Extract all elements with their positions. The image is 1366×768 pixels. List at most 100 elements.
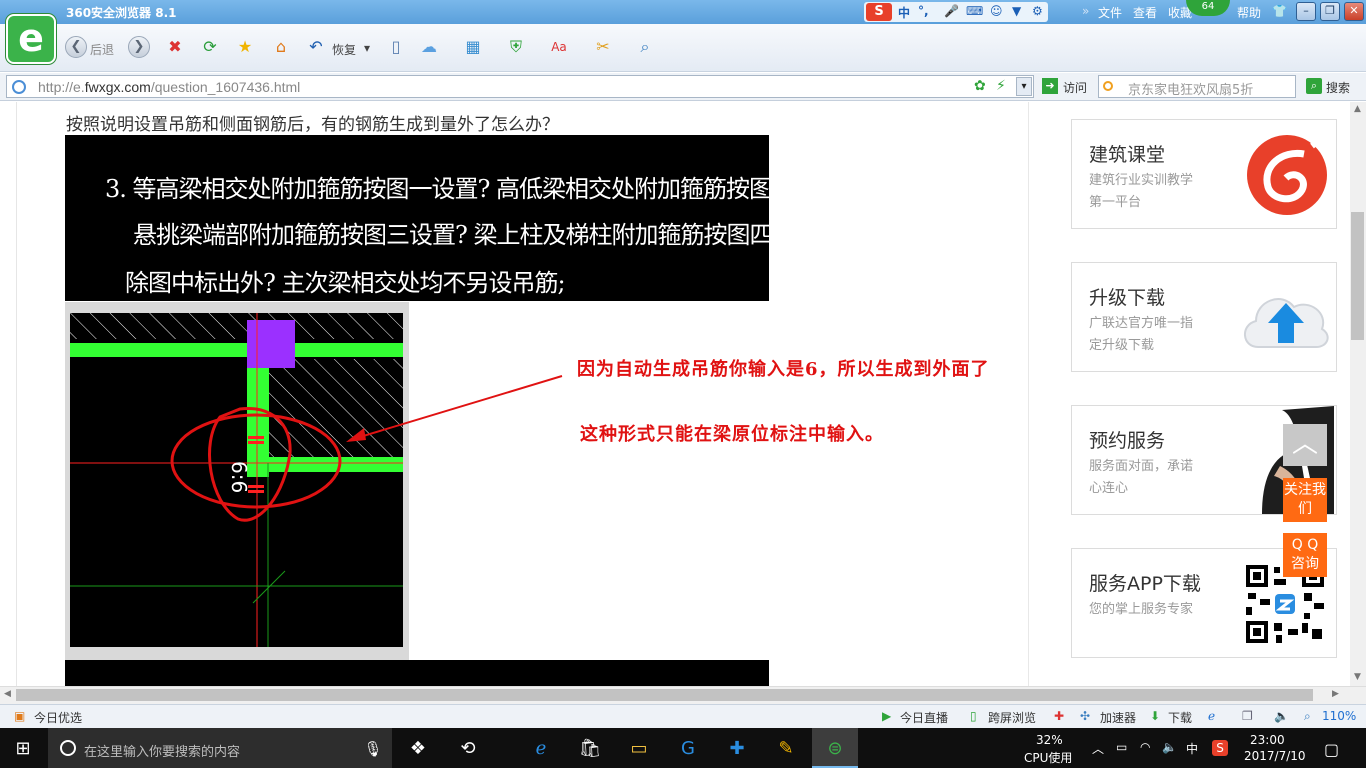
accelerator[interactable]: 加速器 (1100, 709, 1136, 726)
taskbar-search-input[interactable]: 在这里输入你要搜索的内容 (84, 741, 240, 760)
cross-screen-icon[interactable]: ▯ (970, 709, 977, 723)
accelerator-icon[interactable]: ✣ (1080, 709, 1090, 723)
ie-icon[interactable]: ℯ (1208, 709, 1215, 723)
browser-logo-icon[interactable]: e (6, 14, 56, 64)
scroll-down-icon[interactable]: ▼ (1354, 672, 1361, 682)
handwriting-line-3: 除图中标出外? 主次梁相交处均不另设吊筋; (125, 269, 566, 297)
back-arrow-icon[interactable]: ❮ (65, 36, 87, 58)
search-icon[interactable]: ⌕ (1306, 78, 1322, 94)
follow-us-button[interactable]: 关注我们 (1283, 478, 1327, 522)
today-live[interactable]: 今日直播 (900, 709, 948, 726)
scroll-left-icon[interactable]: ◀ (4, 689, 11, 699)
undo-icon[interactable]: ↶ (305, 36, 327, 58)
settings-icon[interactable]: ⚙ (1032, 4, 1043, 18)
horizontal-scroll-thumb[interactable] (16, 689, 1313, 701)
notes-icon[interactable]: ✎ (773, 736, 799, 762)
cortana-icon[interactable] (60, 740, 76, 756)
more-chevron-icon[interactable]: » (1082, 4, 1089, 18)
menu-view[interactable]: 查看 (1133, 4, 1157, 21)
browser-360-icon[interactable]: ⊜ (822, 736, 848, 762)
status-bar (0, 704, 1366, 728)
wifi-icon[interactable]: ◠ (1140, 740, 1150, 754)
vertical-scrollbar[interactable] (1350, 102, 1366, 686)
home-icon[interactable]: ⌂ (270, 36, 292, 58)
search-button[interactable]: 搜索 (1326, 79, 1350, 96)
forward-arrow-icon[interactable]: ❯ (128, 36, 150, 58)
card-subtitle: 服务面对面，承诺心连心 (1089, 459, 1194, 496)
app-g-icon[interactable]: G (675, 736, 701, 762)
restore-dropdown-icon[interactable]: ▾ (364, 41, 370, 55)
back-to-top-button[interactable]: ︿ (1283, 424, 1327, 466)
skin-icon[interactable]: ▼ (1012, 4, 1021, 18)
mic-icon[interactable]: 🎤 (944, 4, 959, 18)
gift-icon[interactable]: ▣ (14, 709, 25, 723)
sogou-tray-icon[interactable]: S (1212, 740, 1228, 756)
scroll-up-icon[interactable]: ▲ (1354, 104, 1361, 114)
translate-icon[interactable]: Aa (548, 36, 570, 58)
app-plus-icon[interactable]: ✚ (724, 736, 750, 762)
volume-icon[interactable]: 🔈 (1274, 709, 1289, 723)
live-icon[interactable]: ▶ (882, 709, 891, 723)
close-button[interactable]: ✕ (1344, 2, 1364, 21)
windows-start-icon[interactable]: ⊞ (10, 736, 36, 762)
card-upgrade-download[interactable]: 升级下载 广联达官方唯一指定升级下载 (1071, 262, 1337, 372)
lightning-icon[interactable]: ⚡ (996, 78, 1006, 94)
address-dropdown-icon[interactable]: ▾ (1016, 77, 1032, 96)
phone-icon[interactable]: ▯ (385, 36, 407, 58)
ime-punct[interactable]: °, (918, 4, 929, 18)
swirl-app-icon[interactable]: ⟲ (455, 736, 481, 762)
scroll-right-icon[interactable]: ▶ (1332, 689, 1339, 699)
shirt-icon[interactable]: 👕 (1272, 4, 1287, 18)
card-building-class[interactable]: 建筑课堂 建筑行业实训教学第一平台 (1071, 119, 1337, 229)
visit-arrow-icon[interactable]: ➜ (1042, 78, 1058, 94)
zoom-icon[interactable]: ⌕ (1304, 709, 1311, 724)
restore-button[interactable]: ❐ (1320, 2, 1340, 21)
sogou-ime-icon[interactable]: S (866, 3, 892, 21)
edge-icon[interactable]: ℯ (528, 736, 554, 762)
ime-lang[interactable]: 中 (898, 4, 910, 21)
store-icon[interactable]: 🛍 (577, 736, 603, 762)
user-icon[interactable]: ☺ (990, 4, 1003, 18)
cross-screen-browse[interactable]: 跨屏浏览 (988, 709, 1036, 726)
windows-icon[interactable]: ❐ (1242, 709, 1253, 723)
security-check-icon[interactable]: ✿ (974, 78, 986, 94)
action-center-icon[interactable]: ▢ (1324, 740, 1339, 759)
task-view-icon[interactable]: ❖ (405, 736, 431, 762)
file-explorer-icon[interactable]: ▭ (626, 736, 652, 762)
speaker-icon[interactable]: 🔈 (1162, 740, 1177, 754)
ime-indicator[interactable]: 中 (1186, 740, 1198, 757)
refresh-icon[interactable]: ⟳ (199, 36, 221, 58)
search-input[interactable]: 京东家电狂欢风扇5折 (1128, 79, 1253, 98)
battery-icon[interactable]: ▭ (1116, 740, 1127, 754)
tray-expand-icon[interactable]: ︿ (1092, 740, 1104, 757)
vertical-scroll-thumb[interactable] (1351, 212, 1364, 340)
star-icon[interactable]: ★ (234, 36, 256, 58)
clock-date[interactable]: 2017/7/10 (1244, 749, 1306, 763)
url-text[interactable]: http://e.fwxgx.com/question_1607436.html (38, 79, 300, 95)
visit-button[interactable]: 访问 (1063, 79, 1087, 96)
download-icon[interactable]: ⬇ (1150, 709, 1160, 723)
microphone-icon[interactable]: 🎙 (360, 736, 386, 762)
keyboard-icon[interactable]: ⌨ (966, 4, 983, 18)
shield-icon[interactable]: ⛨ (505, 36, 527, 58)
handwriting-line-1: 3. 等高梁相交处附加箍筋按图一设置? 高低梁相交处附加箍筋按图二设置? (105, 175, 854, 203)
clock-time[interactable]: 23:00 (1250, 733, 1285, 747)
sidebar-divider (1028, 102, 1029, 686)
minimize-button[interactable]: – (1296, 2, 1316, 21)
zoom-level[interactable]: 110% (1322, 709, 1356, 723)
apps-icon[interactable]: ▦ (462, 36, 484, 58)
back-label[interactable]: 后退 (90, 41, 114, 58)
title-bar (0, 0, 1366, 24)
stop-icon[interactable]: ✖ (164, 36, 186, 58)
screenshot-icon[interactable]: ✂ (592, 36, 614, 58)
today-picks[interactable]: 今日优选 (34, 709, 82, 726)
menu-help[interactable]: 帮助 (1237, 4, 1261, 21)
menu-file[interactable]: 文件 (1098, 4, 1122, 21)
zoom-search-icon[interactable]: ⌕ (634, 36, 656, 58)
qq-consult-button[interactable]: Q Q 咨询 (1283, 533, 1327, 577)
restore-label[interactable]: 恢复 (332, 41, 356, 58)
medkit-icon[interactable]: ✚ (1054, 709, 1064, 723)
cloud-icon[interactable]: ☁ (418, 36, 440, 58)
downloads[interactable]: 下载 (1168, 709, 1192, 726)
search-engine-icon[interactable] (1103, 81, 1113, 91)
